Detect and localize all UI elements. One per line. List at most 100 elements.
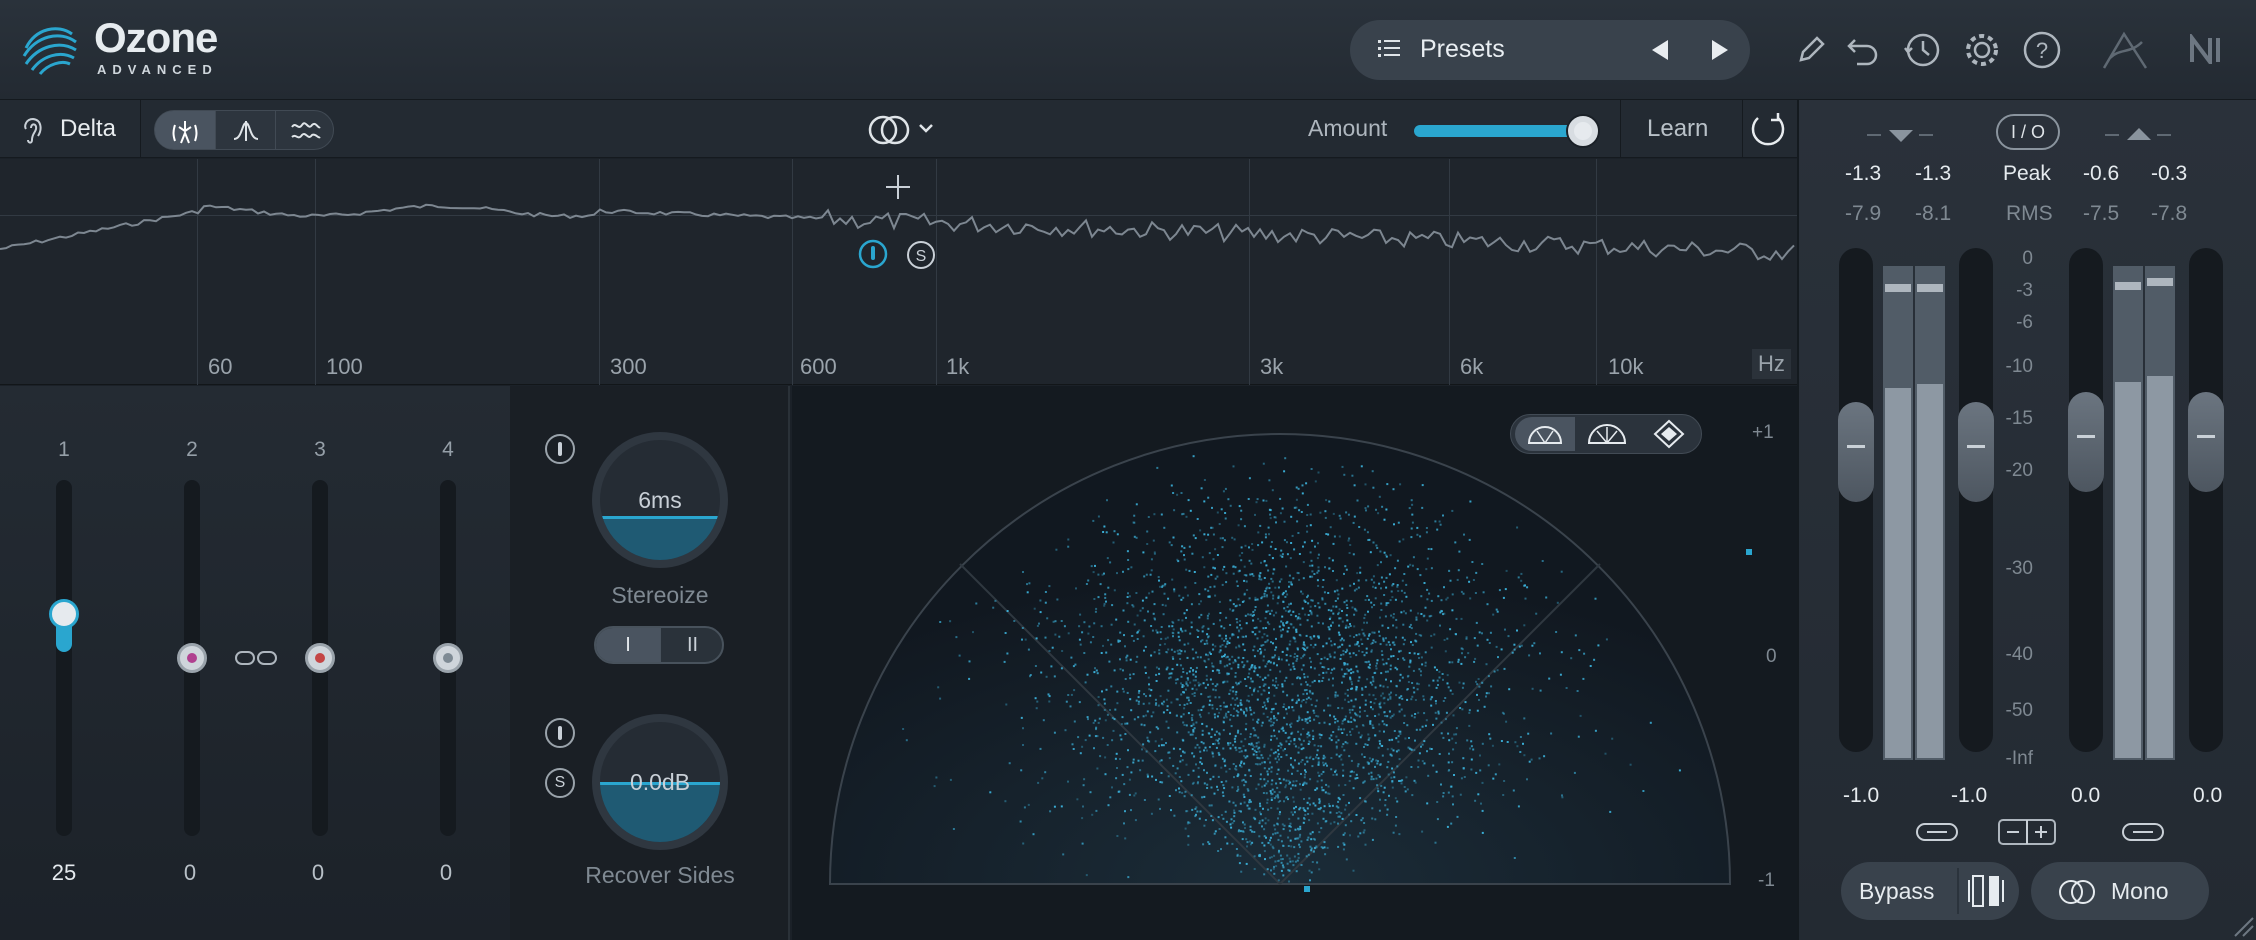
input-gain-dropdown-icon[interactable] [1867,126,1935,149]
band-1-slider[interactable] [56,480,72,836]
amount-slider-knob[interactable] [1568,116,1598,146]
next-arrow-icon[interactable] [1710,38,1730,67]
output-gain-right-value[interactable]: 0.0 [2193,784,2222,808]
help-icon[interactable]: ? [2022,30,2062,75]
recover-sides-label: Recover Sides [585,862,735,888]
app-edition: ADVANCED [97,62,218,77]
input-gain-left-fader[interactable] [1838,402,1874,502]
lissajous-icon[interactable] [1639,417,1699,451]
polar-level-icon[interactable] [1577,417,1637,451]
output-peak-left: -0.6 [2083,162,2120,185]
meter-scale-label: -3 [2016,280,2033,301]
ni-logo-icon [2188,32,2238,69]
meter-scale-label: -20 [2005,460,2033,481]
resize-handle-icon[interactable] [2231,914,2255,940]
delta-label: Delta [60,115,117,142]
band-value: 0 [311,860,325,885]
delta-button[interactable]: Delta [18,114,128,146]
scope-mode-group[interactable] [1510,414,1702,454]
io-button[interactable]: I / O [1996,114,2060,150]
rms-label: RMS [2006,202,2053,225]
solo-handle-icon[interactable]: S [906,240,936,275]
freq-label: 100 [326,354,363,379]
io-meters-panel: I / O -1.3 -1.3 Peak -0.6 -0.3 -7.9 -8.1… [1797,100,2256,940]
freq-label: 600 [800,354,837,379]
freq-label: 1k [946,354,970,379]
input-gain-left-value[interactable]: -1.0 [1843,784,1879,808]
meter-scale-label: -40 [2005,644,2033,665]
presets-bar[interactable]: Presets [1350,20,1750,80]
ear-icon [24,117,42,144]
mono-button[interactable]: Mono [2031,862,2209,920]
output-link-icon[interactable] [2121,820,2165,849]
prev-arrow-icon[interactable] [1650,38,1670,67]
crossover-curve-icon [233,121,259,141]
presets-label[interactable]: Presets [1420,35,1505,64]
freq-label: 300 [610,354,647,379]
band-number: 3 [314,438,326,461]
band-number: 1 [58,438,70,461]
meter-scale-label: -6 [2016,312,2033,333]
history-icon[interactable] [1903,30,1943,75]
output-gain-dropdown-icon[interactable] [2105,126,2173,149]
reset-icon[interactable] [1748,110,1788,155]
freq-label: 3k [1260,354,1284,379]
mode-ii-button[interactable]: II [660,628,722,662]
vectorscope[interactable]: +1 0 -1 [792,386,1797,940]
mode-spectrum-button[interactable] [275,111,335,149]
output-gain-left-fader[interactable] [2068,392,2104,492]
polar-sample-icon[interactable] [1515,417,1575,451]
spectrum-wave-icon [291,122,321,139]
scope-scale-label: -1 [1758,870,1775,891]
freq-label: 6k [1460,354,1484,379]
output-peak-right: -0.3 [2151,162,2188,185]
stereoize-mode-group[interactable]: I II [594,626,724,664]
gain-match-icon[interactable] [1957,868,2015,914]
mode-selector[interactable] [154,110,334,150]
band-3-slider-knob[interactable] [305,643,335,673]
freq-label: 10k [1608,354,1644,379]
band-number: 4 [442,438,454,461]
band-value: 0 [439,860,453,885]
output-gain-right-track[interactable] [2189,248,2223,752]
output-gain-left-value[interactable]: 0.0 [2071,784,2100,808]
add-band-icon[interactable] [884,173,912,206]
header-bar: Ozone ADVANCED Presets ? [0,0,2256,100]
vectorscope-plot [828,433,1752,892]
ni-link-icon[interactable] [2100,28,2150,79]
input-peak-right: -1.3 [1915,162,1952,185]
mode-i-button[interactable]: I [596,628,660,662]
gear-icon[interactable] [1962,30,2002,75]
band-2-slider-knob[interactable] [177,643,207,673]
freq-unit-label: Hz [1752,349,1791,379]
stereo-link-dropdown[interactable] [868,112,940,148]
band-4-slider-knob[interactable] [433,643,463,673]
band-1-slider-knob[interactable] [49,599,79,629]
input-link-icon[interactable] [1915,820,1959,849]
svg-text:S: S [916,248,927,265]
spectrum-display[interactable]: S 60 100 300 600 1k 3k 6k 10k Hz [0,159,1797,385]
list-icon[interactable] [1378,38,1400,60]
output-gain-right-fader[interactable] [2188,392,2224,492]
mode-band-button[interactable] [215,111,275,149]
band-link-icon[interactable] [234,648,278,673]
input-rms-left: -7.9 [1845,202,1882,225]
learn-button[interactable]: Learn [1647,115,1708,143]
output-gain-left-track[interactable] [2069,248,2103,752]
band-width-panel: 1 2 3 4 25 0 0 0 [0,386,510,940]
stereoize-power-icon[interactable] [545,434,575,464]
crossover-handle-icon[interactable] [858,239,888,274]
gain-minus-plus-icon[interactable] [1997,818,2057,851]
output-rms-left: -7.5 [2083,202,2120,225]
recover-solo-icon[interactable]: S [545,768,575,798]
person-waves-icon [172,121,198,144]
pencil-icon[interactable] [1797,34,1827,69]
recover-power-icon[interactable] [545,718,575,748]
mode-imager-button[interactable] [155,111,215,149]
input-meter-right [1915,266,1945,760]
undo-icon[interactable] [1845,32,1881,71]
stereoize-label: Stereoize [611,582,709,608]
stereoize-value: 6ms [638,487,682,513]
bypass-button[interactable]: Bypass [1841,862,2019,920]
input-gain-right-value[interactable]: -1.0 [1951,784,1987,808]
